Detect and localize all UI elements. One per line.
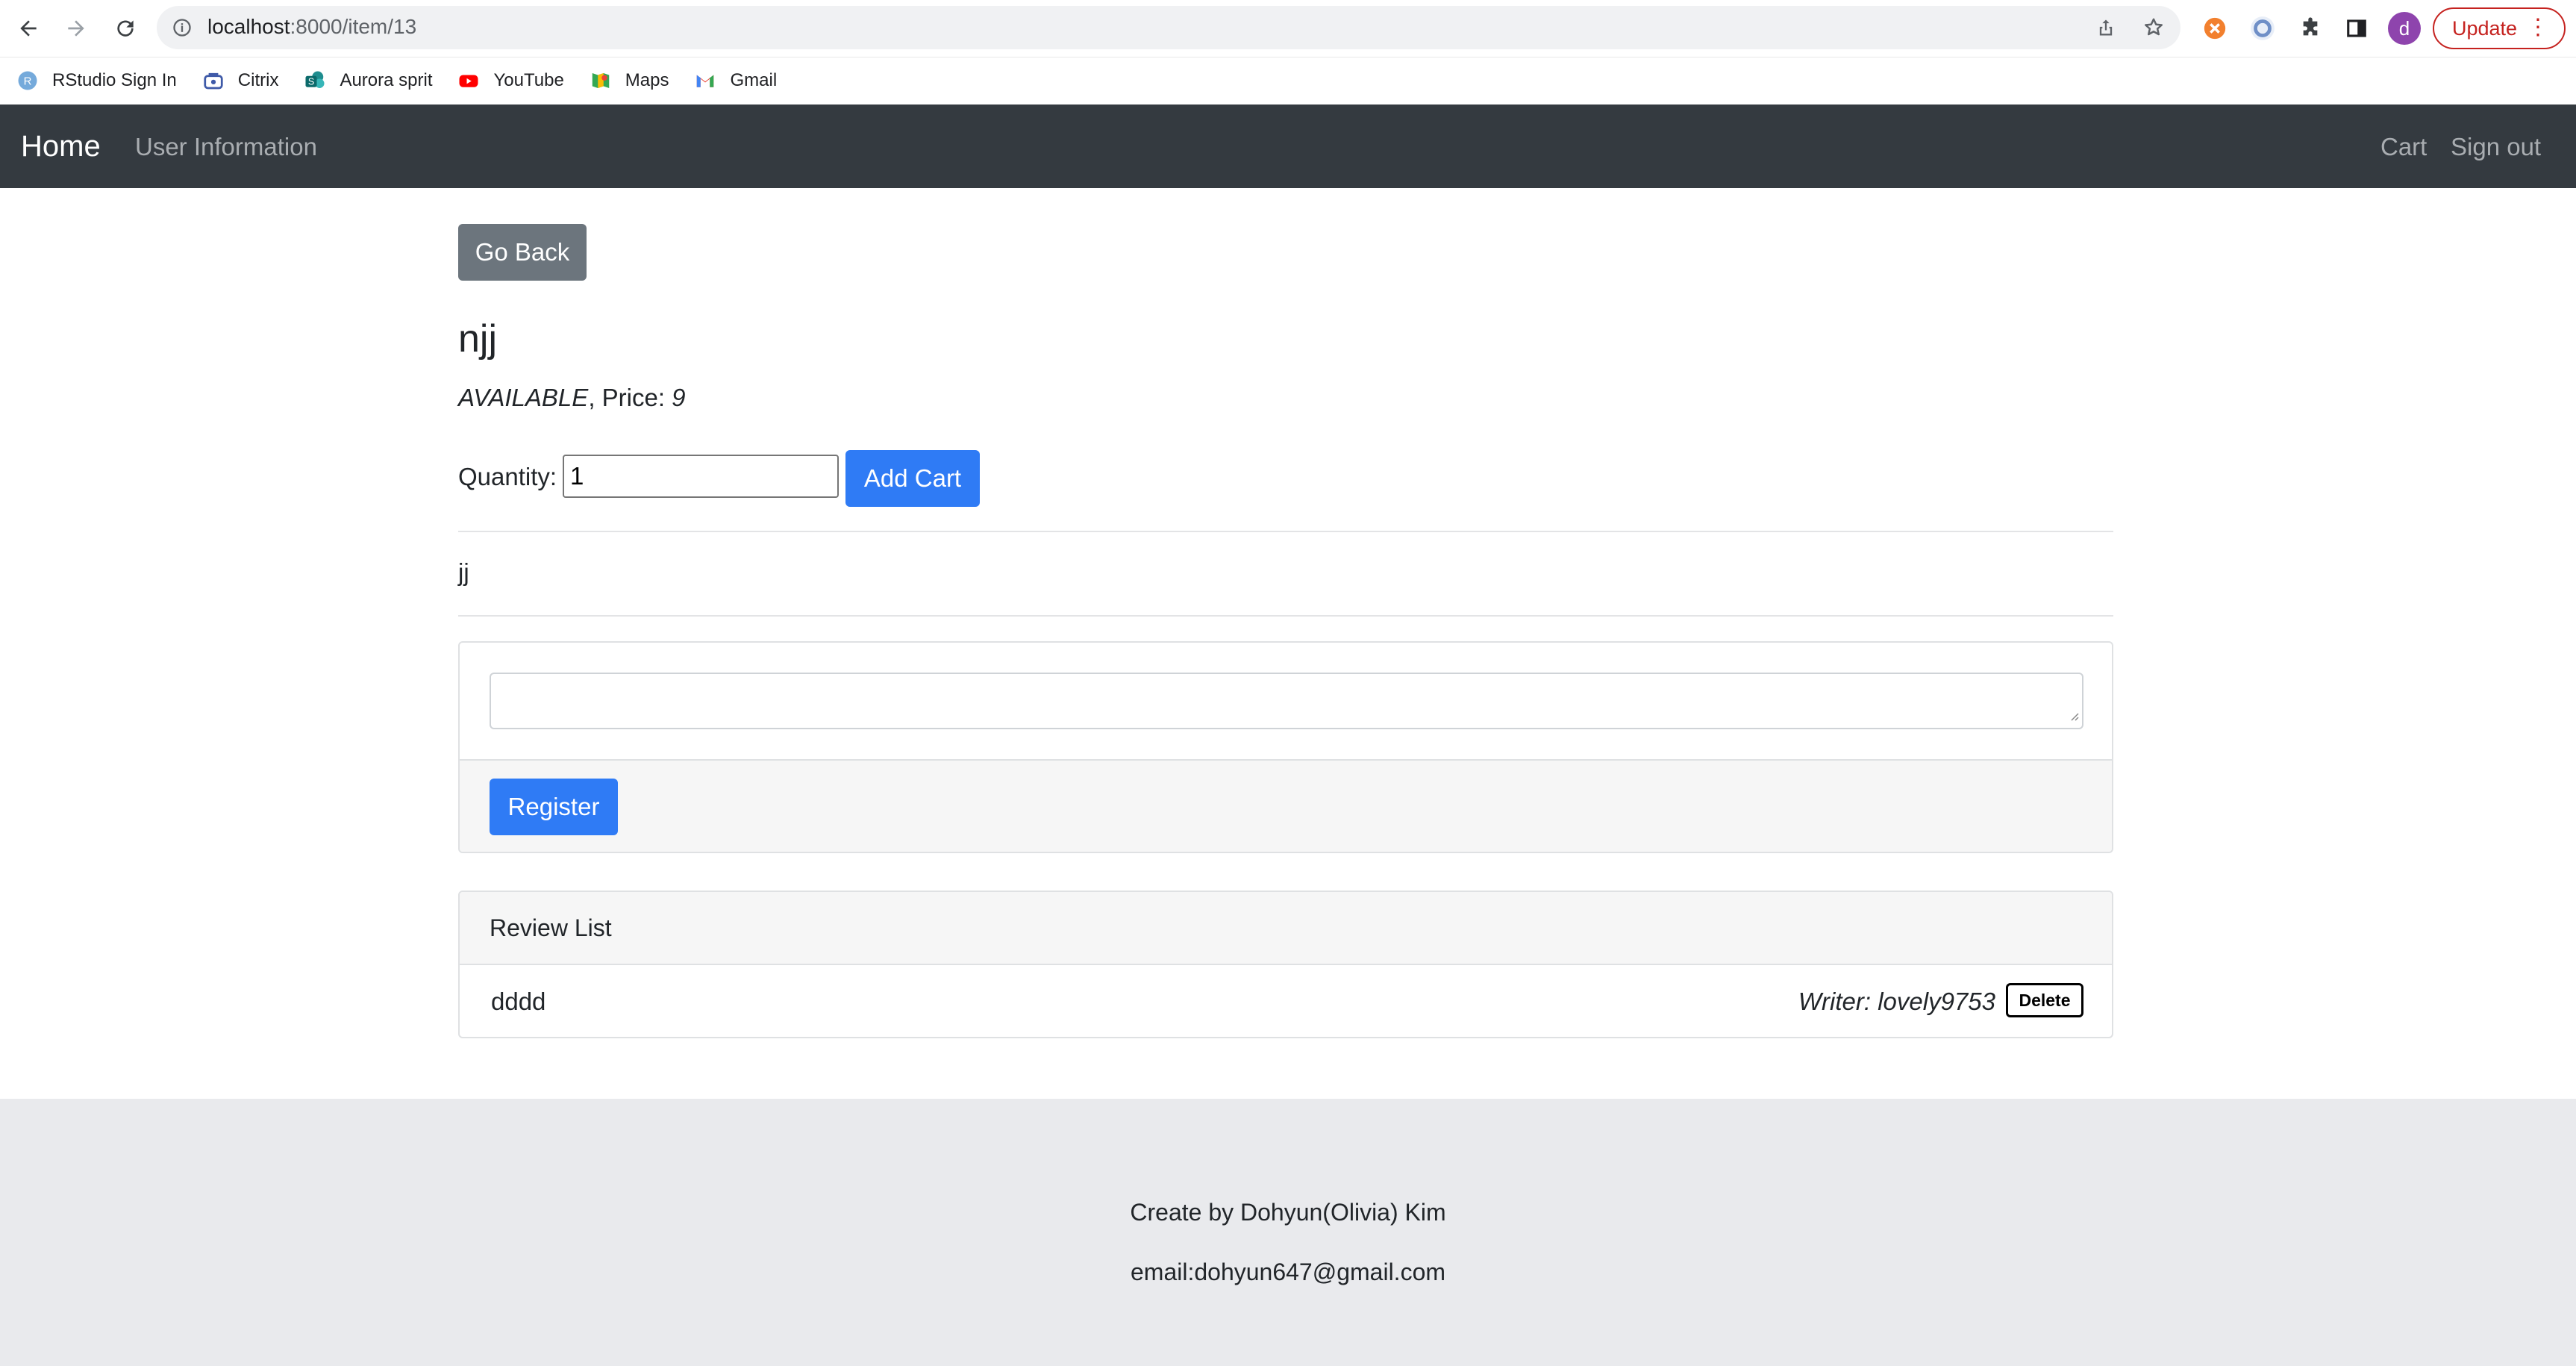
review-writer: Writer: lovely9753 bbox=[1798, 988, 1995, 1015]
item-title: njj bbox=[458, 317, 498, 361]
bookmark-gmail[interactable]: Gmail bbox=[694, 69, 777, 92]
bookmark-label: RStudio Sign In bbox=[52, 70, 177, 90]
address-bar[interactable]: localhost:8000/item/13 bbox=[157, 6, 2180, 49]
bookmarks-bar: R RStudio Sign In Citrix S Aurora sprit … bbox=[0, 58, 2576, 103]
side-panel-icon[interactable] bbox=[2340, 12, 2373, 45]
divider bbox=[458, 615, 2113, 617]
price-label: , Price: bbox=[588, 384, 672, 411]
review-form-footer: Register bbox=[460, 759, 2112, 852]
url-text: localhost:8000/item/13 bbox=[207, 15, 417, 38]
bookmark-citrix[interactable]: Citrix bbox=[202, 69, 279, 92]
more-menu-icon[interactable]: ⋮ bbox=[2527, 16, 2549, 39]
sharepoint-icon: S bbox=[304, 69, 326, 92]
extension-orange-icon[interactable] bbox=[2198, 12, 2231, 45]
bookmark-label: Gmail bbox=[730, 70, 778, 90]
review-textarea[interactable] bbox=[490, 673, 2083, 729]
review-list-header: Review List bbox=[460, 892, 2112, 965]
rstudio-icon: R bbox=[16, 69, 39, 92]
maps-icon bbox=[590, 69, 612, 92]
quantity-input[interactable] bbox=[563, 455, 839, 498]
back-icon[interactable] bbox=[10, 10, 46, 46]
app-navbar: Home User Information Cart Sign out bbox=[0, 105, 2576, 188]
citrix-icon bbox=[202, 69, 225, 92]
price-value: 9 bbox=[672, 384, 686, 411]
availability-status: AVAILABLE bbox=[458, 384, 589, 411]
review-form-card: Register bbox=[458, 641, 2113, 853]
cart-link[interactable]: Cart bbox=[2380, 133, 2427, 161]
bookmark-label: Citrix bbox=[237, 70, 279, 90]
home-link[interactable]: Home bbox=[21, 130, 101, 163]
puzzle-extensions-icon[interactable] bbox=[2294, 12, 2327, 45]
review-list-title: Review List bbox=[490, 914, 612, 941]
bookmark-star-icon[interactable] bbox=[2142, 16, 2166, 40]
availability-price-line: AVAILABLE, Price: 9 bbox=[458, 384, 686, 412]
browser-toolbar: localhost:8000/item/13 d Update ⋮ bbox=[0, 0, 2576, 57]
svg-text:R: R bbox=[24, 75, 32, 88]
forward-icon[interactable] bbox=[58, 10, 94, 46]
divider bbox=[458, 531, 2113, 532]
site-info-icon[interactable] bbox=[172, 17, 193, 42]
review-row: dddd Writer: lovely9753 Delete bbox=[460, 965, 2112, 1037]
bookmark-label: Maps bbox=[625, 70, 669, 90]
update-button[interactable]: Update ⋮ bbox=[2433, 7, 2566, 49]
sign-out-link[interactable]: Sign out bbox=[2451, 133, 2541, 161]
item-description: jj bbox=[458, 558, 469, 586]
bookmark-label: YouTube bbox=[493, 70, 564, 90]
review-content: dddd bbox=[491, 988, 546, 1015]
update-label: Update bbox=[2452, 16, 2518, 40]
gmail-icon bbox=[694, 69, 716, 92]
review-list-card: Review List dddd Writer: lovely9753 Dele… bbox=[458, 891, 2113, 1038]
go-back-button[interactable]: Go Back bbox=[458, 224, 587, 281]
add-cart-button[interactable]: Add Cart bbox=[845, 450, 980, 507]
bookmark-label: Aurora sprit bbox=[340, 70, 433, 90]
bookmark-aurora-sprit[interactable]: S Aurora sprit bbox=[304, 69, 432, 92]
profile-avatar[interactable]: d bbox=[2388, 12, 2421, 45]
user-information-link[interactable]: User Information bbox=[135, 133, 317, 161]
bookmark-rstudio[interactable]: R RStudio Sign In bbox=[16, 69, 177, 92]
bookmark-youtube[interactable]: YouTube bbox=[457, 69, 564, 92]
page-footer: Create by Dohyun(Olivia) Kim email:dohyu… bbox=[0, 1099, 2576, 1366]
footer-email: email:dohyun647@gmail.com bbox=[1130, 1259, 1446, 1285]
bookmark-maps[interactable]: Maps bbox=[590, 69, 669, 92]
delete-review-button[interactable]: Delete bbox=[2006, 983, 2083, 1017]
quantity-label: Quantity: bbox=[458, 463, 557, 490]
footer-credit: Create by Dohyun(Olivia) Kim bbox=[1130, 1199, 1446, 1226]
svg-text:S: S bbox=[308, 77, 314, 87]
resize-grip-icon[interactable] bbox=[2069, 711, 2079, 725]
register-button[interactable]: Register bbox=[490, 779, 618, 835]
youtube-icon bbox=[457, 69, 480, 92]
share-icon[interactable] bbox=[2094, 16, 2118, 40]
reload-icon[interactable] bbox=[107, 10, 143, 46]
extension-ring-icon[interactable] bbox=[2246, 12, 2279, 45]
